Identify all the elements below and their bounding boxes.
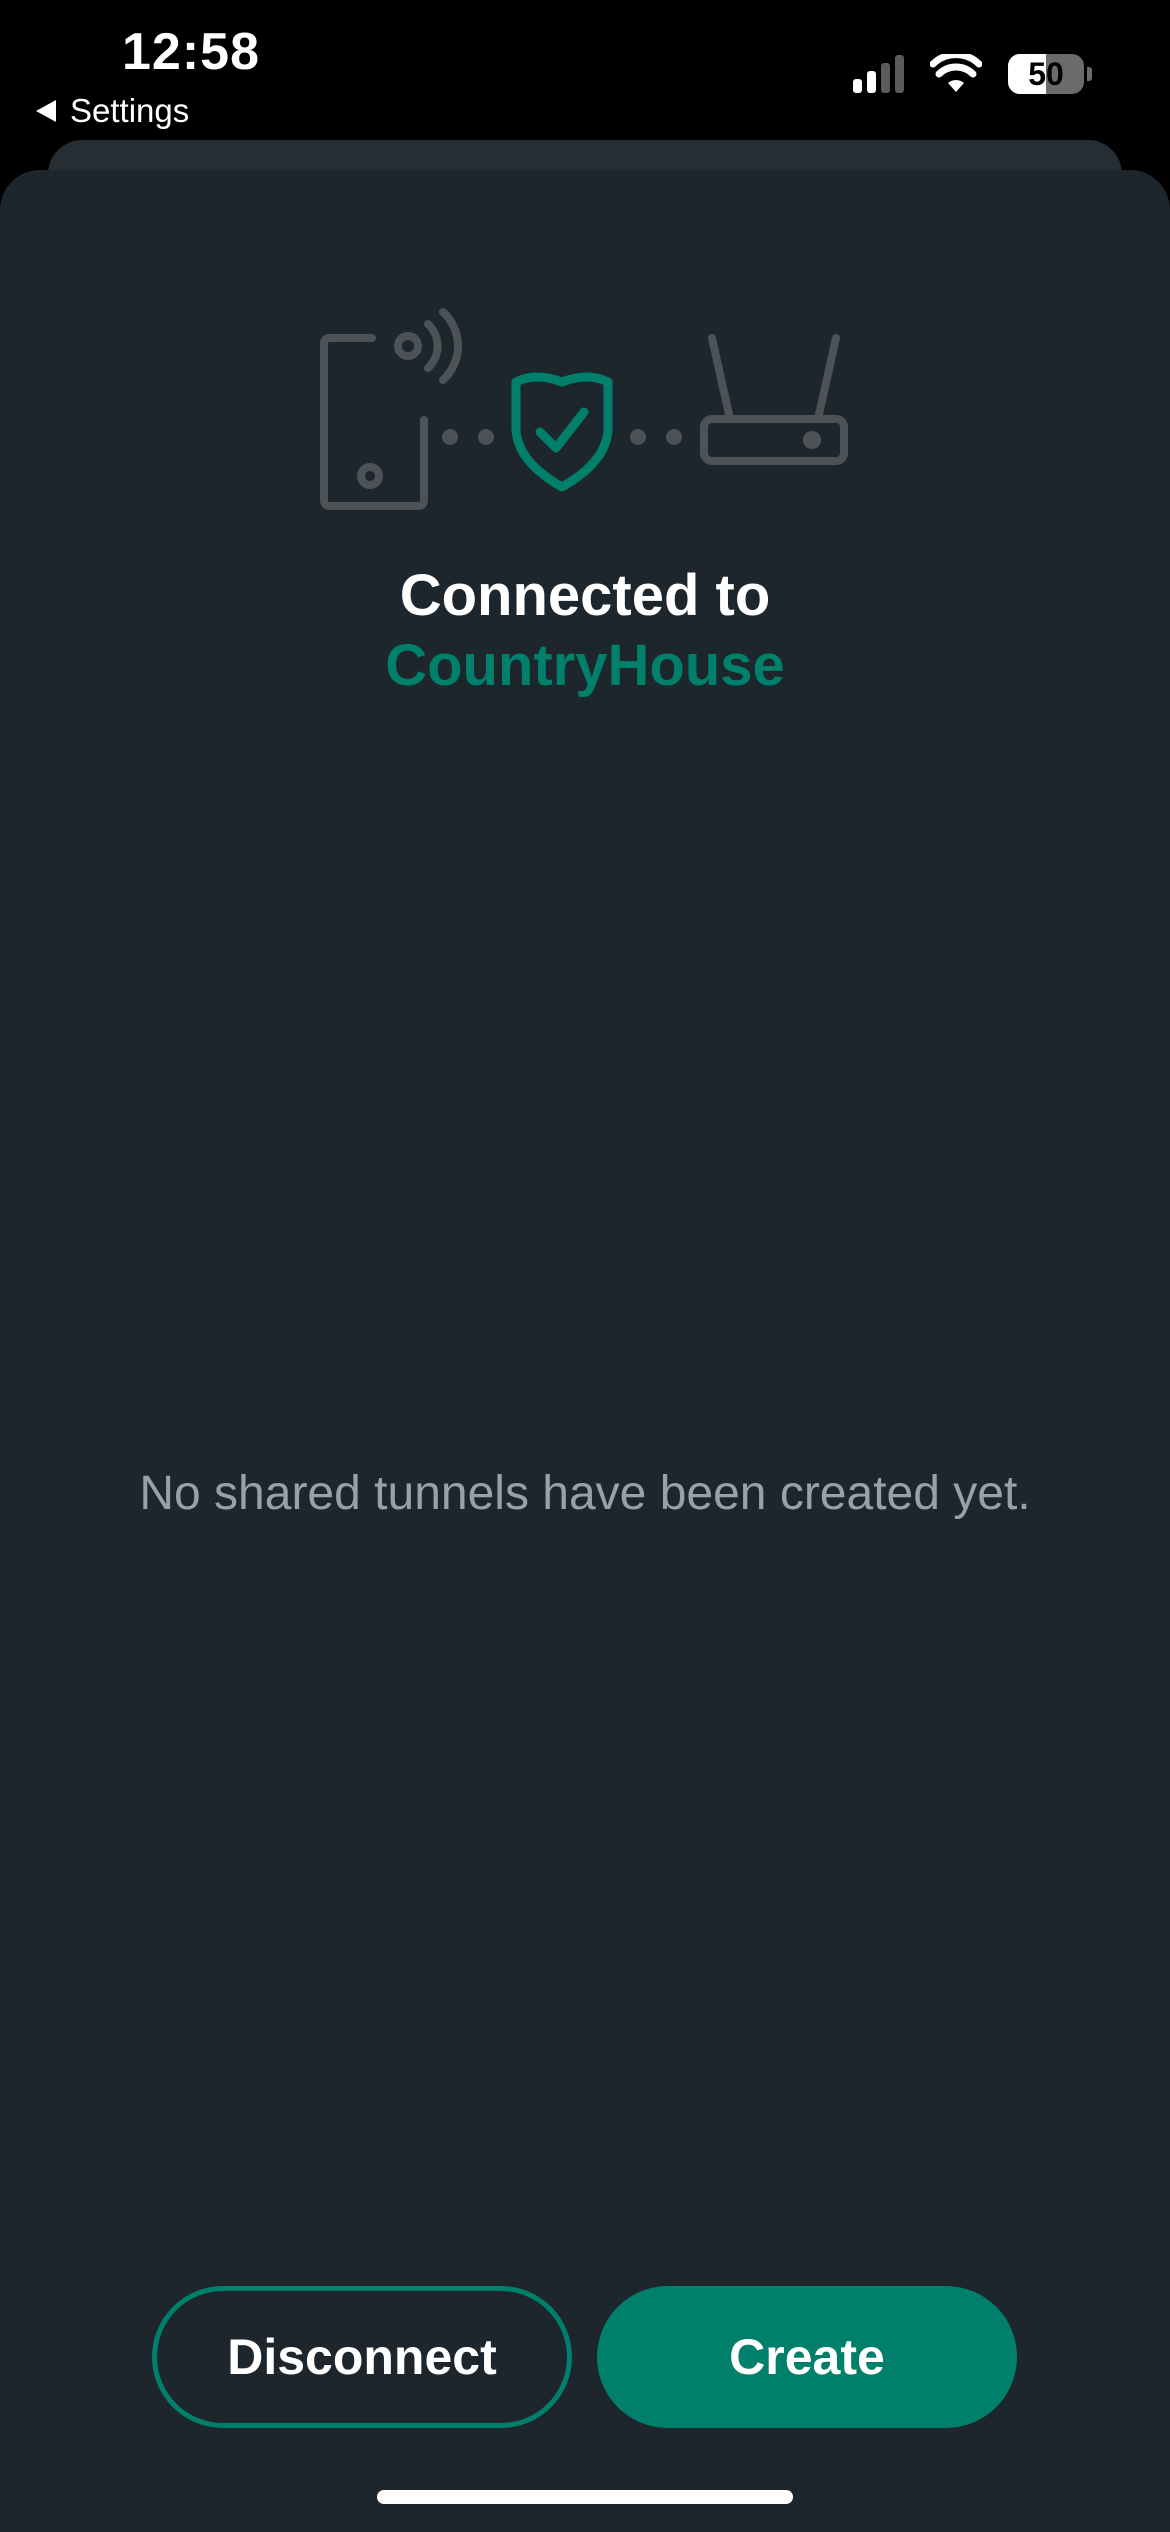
connected-network-name: CountryHouse: [385, 633, 785, 698]
home-indicator[interactable]: [377, 2490, 793, 2504]
back-to-settings-button[interactable]: Settings: [36, 88, 189, 134]
status-time: 12:58: [122, 23, 260, 81]
back-label: Settings: [70, 92, 190, 129]
connector-dots-right: [630, 429, 682, 445]
connector-dots-left: [442, 429, 494, 445]
back-arrow-icon: [36, 100, 56, 122]
phone-wireless-icon: [320, 308, 463, 510]
connection-status-title: Connected to: [399, 563, 771, 628]
battery-level: 50: [1028, 56, 1064, 92]
screen: 12:58 Settings 50 Connected to CountryHo…: [0, 0, 1170, 2532]
router-icon: [700, 334, 848, 465]
connection-illustration: [320, 308, 848, 510]
shield-check-icon: [511, 372, 613, 492]
status-icons: 50: [853, 54, 1092, 94]
disconnect-button[interactable]: Disconnect: [152, 2286, 572, 2428]
wifi-icon: [930, 54, 982, 92]
battery-icon: 50: [1008, 54, 1092, 94]
create-button[interactable]: Create: [597, 2286, 1017, 2428]
empty-state-message: No shared tunnels have been created yet.: [139, 1467, 1031, 1520]
cellular-signal-icon: [853, 55, 904, 93]
